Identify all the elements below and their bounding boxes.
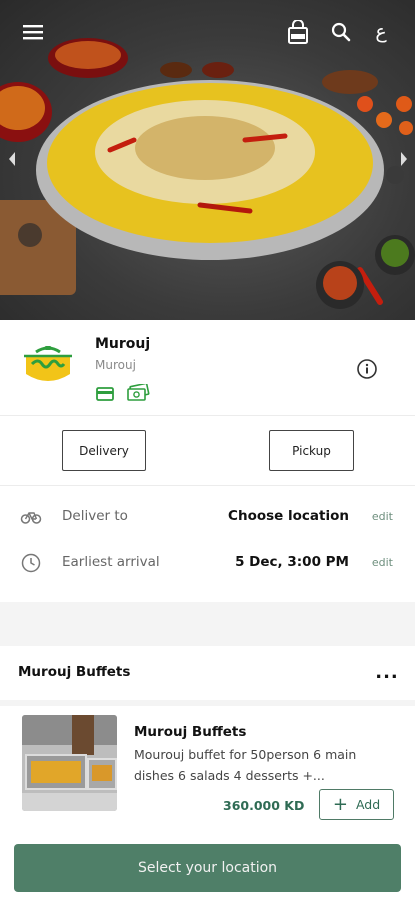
order-mode-selector: Delivery Pickup	[0, 416, 415, 486]
product-image[interactable]	[22, 715, 117, 811]
product-title[interactable]: Murouj Buffets	[134, 724, 246, 740]
bottom-bar: Select your location	[0, 840, 415, 900]
plus-icon: +	[332, 793, 348, 815]
clock-icon	[20, 552, 42, 574]
deliver-to-label: Deliver to	[62, 508, 128, 524]
more-options-icon[interactable]: ...	[375, 662, 399, 683]
vendor-subtitle: Murouj	[95, 358, 136, 372]
shopping-bag-icon[interactable]	[284, 18, 312, 46]
chevron-left-icon[interactable]	[5, 148, 19, 170]
earliest-arrival-row[interactable]: Earliest arrival 5 Dec, 3:00 PM edit	[0, 540, 415, 586]
pickup-button[interactable]: Pickup	[269, 430, 354, 471]
product-price: 360.000 KD	[223, 798, 305, 813]
delivery-button[interactable]: Delivery	[62, 430, 146, 471]
cash-icon	[126, 382, 150, 402]
hamburger-menu-icon[interactable]	[19, 18, 47, 46]
top-bar: ع	[0, 0, 415, 62]
select-location-button[interactable]: Select your location	[14, 844, 401, 892]
hero-banner: ع	[0, 0, 415, 320]
add-to-cart-button[interactable]: + Add	[319, 789, 394, 820]
bicycle-icon	[20, 506, 42, 528]
product-description: Mourouj buffet for 50person 6 main dishe…	[134, 747, 357, 783]
section-divider	[0, 602, 415, 646]
info-icon[interactable]	[356, 358, 378, 380]
vendor-name: Murouj	[95, 336, 151, 352]
vendor-info: Murouj Murouj	[0, 320, 415, 416]
earliest-arrival-label: Earliest arrival	[62, 554, 160, 570]
product-card[interactable]: Murouj Buffets Mourouj buffet for 50pers…	[0, 706, 415, 840]
credit-card-icon	[96, 386, 114, 401]
search-icon[interactable]	[327, 18, 355, 46]
add-button-label: Add	[355, 797, 381, 812]
category-header: Murouj Buffets ...	[0, 646, 415, 700]
language-toggle[interactable]: ع	[367, 18, 395, 46]
deliver-to-row[interactable]: Deliver to Choose location edit	[0, 494, 415, 540]
delivery-details: Deliver to Choose location edit Earliest…	[0, 487, 415, 602]
deliver-to-edit-link[interactable]: edit	[372, 510, 393, 523]
chevron-right-icon[interactable]	[397, 148, 411, 170]
earliest-arrival-value[interactable]: 5 Dec, 3:00 PM	[235, 554, 349, 570]
category-title: Murouj Buffets	[18, 664, 131, 680]
deliver-to-value[interactable]: Choose location	[228, 508, 349, 524]
earliest-arrival-edit-link[interactable]: edit	[372, 556, 393, 569]
murouj-logo	[22, 344, 74, 390]
